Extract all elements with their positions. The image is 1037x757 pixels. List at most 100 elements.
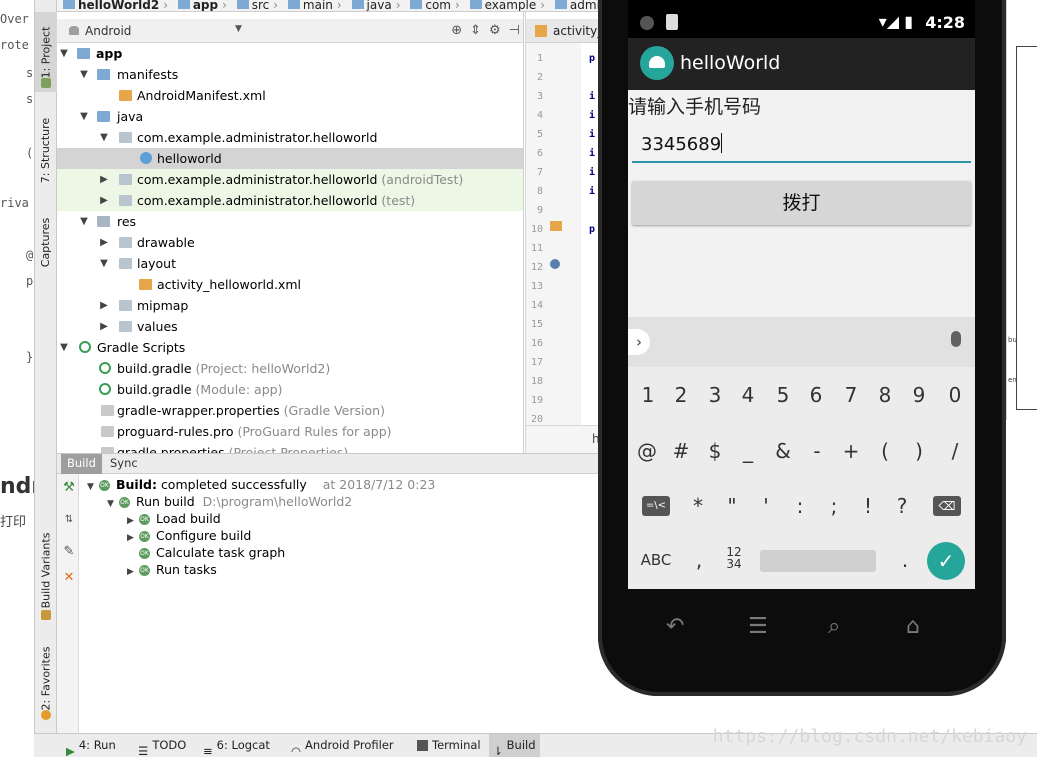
key[interactable]: 2 (664, 375, 698, 415)
key[interactable]: 1 (631, 375, 665, 415)
tree-item-class[interactable]: helloworld (57, 148, 523, 169)
key[interactable]: 0 (938, 375, 972, 415)
tab-build[interactable]: Build (61, 454, 102, 474)
search-icon[interactable]: ⌕ (828, 614, 840, 639)
dropdown-arrow-icon[interactable]: ▼ (235, 24, 242, 34)
build-step[interactable]: ▶ OK Load build (127, 510, 221, 527)
override-marker-icon[interactable] (550, 259, 560, 269)
breadcrumb-item[interactable]: app (177, 0, 218, 11)
space-key[interactable] (760, 550, 876, 572)
pin-icon[interactable]: ✎ (61, 544, 77, 560)
close-icon[interactable]: ✕ (61, 570, 77, 586)
chevron-right-icon[interactable]: › (628, 329, 650, 355)
tree-item-java[interactable]: ▼ java (57, 106, 523, 127)
tree-item-manifest-file[interactable]: AndroidManifest.xml (57, 85, 523, 106)
key[interactable]: # (664, 431, 698, 471)
tab-captures[interactable]: Captures (35, 202, 57, 282)
tree-item-package[interactable]: ▼ com.example.administrator.helloworld (57, 127, 523, 148)
back-icon[interactable]: ↶ (666, 614, 684, 639)
key[interactable]: ( (868, 431, 902, 471)
tab-structure[interactable]: 7: Structure (35, 110, 57, 190)
tree-item-manifests[interactable]: ▼ manifests (57, 64, 523, 85)
breadcrumb-item[interactable]: helloWorld2 (63, 0, 159, 11)
target-icon[interactable]: ⊕ (451, 23, 462, 38)
key[interactable]: 7 (834, 375, 868, 415)
key[interactable]: & (766, 431, 800, 471)
tree-item-package-androidtest[interactable]: ▶ com.example.administrator.helloworld (a… (57, 169, 523, 190)
tree-item-values[interactable]: ▶ values (57, 316, 523, 337)
dial-button[interactable]: 拨打 (632, 181, 971, 225)
backspace-key[interactable]: ⌫ (933, 496, 961, 516)
key[interactable]: ! (851, 486, 885, 526)
build-step[interactable]: ▶ OK Run tasks (127, 561, 217, 578)
key[interactable]: 4 (731, 375, 765, 415)
editor-tab[interactable]: activity_l (526, 19, 602, 43)
profiler-tool-button[interactable]: ◠ Android Profiler (287, 734, 398, 757)
microphone-icon[interactable] (951, 331, 961, 347)
key[interactable]: 9 (902, 375, 936, 415)
key[interactable]: ; (817, 486, 851, 526)
key[interactable]: 8 (868, 375, 902, 415)
key[interactable]: @ (630, 431, 664, 471)
layout-marker-icon[interactable] (550, 221, 562, 231)
symbols-page-key[interactable]: =\< (642, 496, 670, 516)
breadcrumb-item[interactable]: main (287, 0, 333, 11)
key[interactable]: ' (749, 486, 783, 526)
key[interactable]: $ (698, 431, 732, 471)
abc-key[interactable]: ABC (638, 540, 674, 580)
build-tool-button[interactable]: ⇂ Build (489, 734, 540, 757)
collapse-icon[interactable]: ⇕ (470, 23, 481, 38)
tree-item-mipmap[interactable]: ▶ mipmap (57, 295, 523, 316)
key[interactable]: 6 (799, 375, 833, 415)
tree-item-layout[interactable]: ▼ layout (57, 253, 523, 274)
tree-item-res[interactable]: ▼ res (57, 211, 523, 232)
period-key[interactable]: . (888, 540, 922, 580)
tree-item-build-gradle-project[interactable]: build.gradle (Project: helloWorld2) (57, 358, 523, 379)
tree-item-gradle-properties[interactable]: gradle.properties (Project Properties) (57, 442, 523, 453)
numbers-key[interactable]: 12 34 (717, 540, 751, 580)
key[interactable]: ) (902, 431, 936, 471)
tab-favorites[interactable]: 2: Favorites (35, 638, 57, 718)
gear-icon[interactable]: ⚙ (489, 23, 501, 38)
key[interactable]: 3 (698, 375, 732, 415)
key[interactable]: ? (885, 486, 919, 526)
menu-icon[interactable]: ☰ (748, 614, 768, 639)
tree-item-layout-file[interactable]: activity_helloworld.xml (57, 274, 523, 295)
build-summary[interactable]: ▼ OK Build: completed successfully at 2018… (87, 476, 435, 493)
breadcrumb-item[interactable]: com (410, 0, 451, 11)
tree-item-drawable[interactable]: ▶ drawable (57, 232, 523, 253)
toggle-view-icon[interactable]: ⇅ (61, 512, 77, 528)
tree-item-gradle-wrapper[interactable]: gradle-wrapper.properties (Gradle Versio… (57, 400, 523, 421)
tab-sync[interactable]: Sync (104, 454, 144, 474)
key[interactable]: / (938, 431, 972, 471)
key[interactable]: + (834, 431, 868, 471)
key[interactable]: _ (731, 431, 765, 471)
tree-item-proguard[interactable]: proguard-rules.pro (ProGuard Rules for a… (57, 421, 523, 442)
tree-item-app[interactable]: ▼ app (57, 43, 523, 64)
comma-key[interactable]: , (682, 540, 716, 580)
logcat-tool-button[interactable]: ≡ 6: Logcat (199, 734, 274, 757)
view-selector[interactable]: Android (69, 24, 131, 38)
run-tool-button[interactable]: ▶ 4: Run (62, 734, 120, 757)
home-icon[interactable]: ⌂ (906, 614, 920, 639)
todo-tool-button[interactable]: ☰ TODO (134, 734, 190, 757)
breadcrumb-item[interactable]: example (469, 0, 536, 11)
key[interactable]: : (783, 486, 817, 526)
tree-item-package-test[interactable]: ▶ com.example.administrator.helloworld (t… (57, 190, 523, 211)
build-step[interactable]: ▶ OK Configure build (127, 527, 251, 544)
hide-icon[interactable]: ⊣ (509, 23, 520, 38)
key[interactable]: 5 (766, 375, 800, 415)
build-step[interactable]: OK Calculate task graph (127, 544, 285, 561)
hammer-icon[interactable]: ⚒ (61, 480, 77, 496)
run-build-node[interactable]: ▼ OK Run build D:\program\helloWorld2 (107, 493, 352, 510)
key[interactable]: * (681, 486, 715, 526)
phone-number-input[interactable]: 3345689 (632, 125, 971, 163)
breadcrumb-item[interactable]: administrato (554, 0, 600, 11)
breadcrumb-item[interactable]: java (351, 0, 392, 11)
terminal-tool-button[interactable]: Terminal (413, 734, 485, 757)
tree-item-gradle-scripts[interactable]: ▼ Gradle Scripts (57, 337, 523, 358)
enter-checkmark-icon[interactable]: ✓ (927, 542, 965, 580)
breadcrumb-item[interactable]: src (236, 0, 269, 11)
key[interactable]: - (800, 431, 834, 471)
tree-item-build-gradle-module[interactable]: build.gradle (Module: app) (57, 379, 523, 400)
